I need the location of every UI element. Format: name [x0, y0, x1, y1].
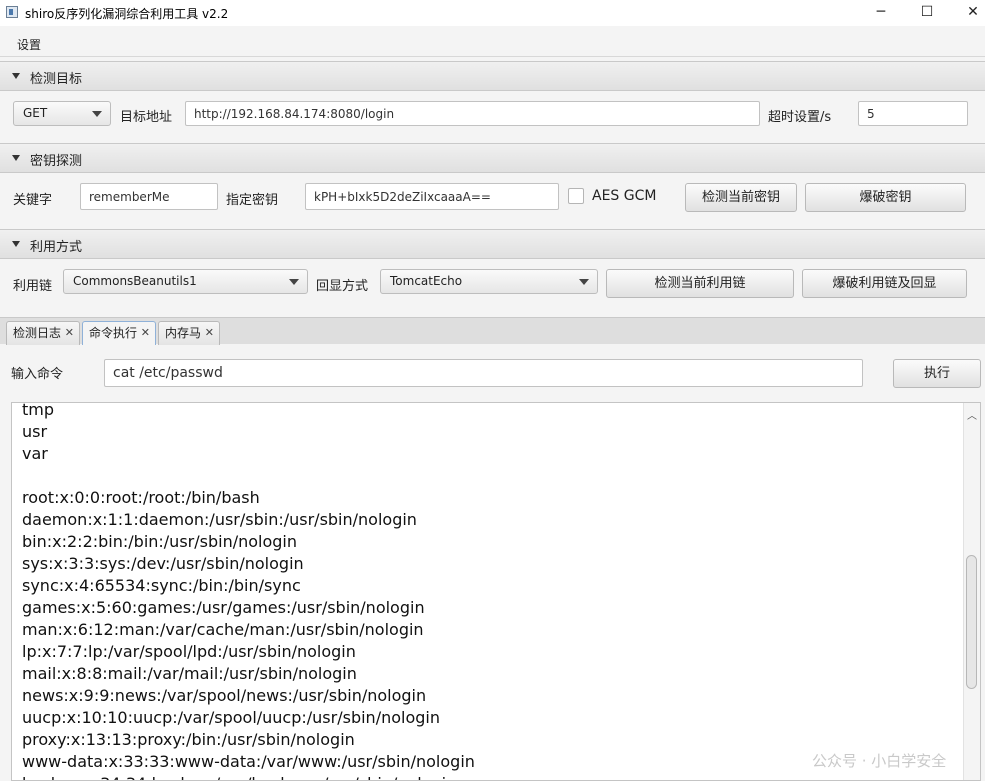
output-line: mail:x:8:8:mail:/var/mail:/usr/sbin/nolo…	[22, 664, 357, 683]
method-select[interactable]: GET	[13, 101, 111, 126]
output-line: usr	[22, 422, 48, 441]
output-line: sys:x:3:3:sys:/dev:/usr/sbin/nologin	[22, 554, 304, 573]
chain-label: 利用链	[13, 279, 53, 294]
output-line: sync:x:4:65534:sync:/bin:/bin/sync	[22, 576, 301, 595]
scroll-up-icon[interactable]: ︿	[967, 407, 977, 422]
close-icon[interactable]: ✕	[65, 322, 74, 344]
target-url-label: 目标地址	[120, 110, 173, 125]
minimize-button[interactable]: ─	[858, 0, 904, 26]
chevron-down-icon	[289, 279, 299, 285]
section-target-header[interactable]: 检测目标	[0, 61, 985, 91]
aes-gcm-checkbox[interactable]	[568, 188, 584, 204]
tab-bar: 检测日志 ✕ 命令执行 ✕ 内存马 ✕	[0, 317, 985, 345]
section-key-body: 关键字 指定密钥 AES GCM 检测当前密钥 爆破密钥	[0, 173, 985, 225]
collapse-triangle-icon	[12, 73, 20, 79]
output-line: tmp	[22, 402, 55, 419]
close-button[interactable]: ✕	[950, 0, 985, 26]
section-exploit-title: 利用方式	[30, 240, 83, 255]
scrollbar-thumb[interactable]	[966, 555, 977, 689]
tab-command-exec[interactable]: 命令执行 ✕	[82, 321, 156, 345]
brute-key-button[interactable]: 爆破密钥	[805, 183, 966, 212]
execute-button[interactable]: 执行	[893, 359, 981, 388]
output-lines: tmp usr var root:x:0:0:root:/root:/bin/bash…	[22, 402, 475, 780]
key-input[interactable]	[305, 183, 559, 210]
output-line: proxy:x:13:13:proxy:/bin:/usr/sbin/nolog…	[22, 730, 355, 749]
output-line: bin:x:2:2:bin:/bin:/usr/sbin/nologin	[22, 532, 297, 551]
brute-chain-button[interactable]: 爆破利用链及回显	[802, 269, 967, 298]
output-line: root:x:0:0:root:/root:/bin/bash	[22, 488, 260, 507]
output-line: man:x:6:12:man:/var/cache/man:/usr/sbin/…	[22, 620, 424, 639]
command-label: 输入命令	[11, 367, 64, 382]
chevron-down-icon	[579, 279, 589, 285]
output-line: var	[22, 444, 48, 463]
timeout-label: 超时设置/s	[768, 110, 832, 125]
watermark: 公众号 · 小白学安全	[812, 752, 947, 770]
keyword-input[interactable]	[80, 183, 218, 210]
collapse-triangle-icon	[12, 155, 20, 161]
app-icon	[6, 6, 18, 18]
vertical-scrollbar[interactable]: ︿	[963, 403, 980, 780]
output-line: www-data:x:33:33:www-data:/var/www:/usr/…	[22, 752, 475, 771]
section-exploit-body: 利用链 CommonsBeanutils1 回显方式 TomcatEcho 检测…	[0, 259, 985, 317]
menu-bar: 设置	[0, 26, 985, 57]
aes-gcm-label: AES GCM	[592, 188, 657, 204]
echo-select[interactable]: TomcatEcho	[380, 269, 598, 294]
section-target-title: 检测目标	[30, 72, 83, 87]
section-key-header[interactable]: 密钥探测	[0, 143, 985, 173]
output-line: games:x:5:60:games:/usr/games:/usr/sbin/…	[22, 598, 425, 617]
maximize-button[interactable]: ☐	[904, 0, 950, 26]
tab-memshell[interactable]: 内存马 ✕	[158, 321, 220, 345]
title-bar: shiro反序列化漏洞综合利用工具 v2.2 ─ ☐ ✕	[0, 0, 985, 26]
section-exploit-header[interactable]: 利用方式	[0, 229, 985, 259]
specify-key-label: 指定密钥	[226, 193, 279, 208]
echo-value: TomcatEcho	[390, 274, 463, 288]
tab-label: 内存马	[165, 326, 202, 340]
menu-settings[interactable]: 设置	[17, 36, 41, 53]
check-key-button[interactable]: 检测当前密钥	[685, 183, 797, 212]
command-input[interactable]	[104, 359, 863, 387]
output-line: lp:x:7:7:lp:/var/spool/lpd:/usr/sbin/nol…	[22, 642, 356, 661]
check-chain-button[interactable]: 检测当前利用链	[606, 269, 794, 298]
chevron-down-icon	[92, 111, 102, 117]
keyword-label: 关键字	[13, 193, 53, 208]
output-line: uucp:x:10:10:uucp:/var/spool/uucp:/usr/s…	[22, 708, 440, 727]
method-value: GET	[23, 106, 48, 120]
echo-label: 回显方式	[316, 279, 369, 294]
output-line: backup:x:34:34:backup:/var/backups:/usr/…	[22, 773, 475, 780]
output-textarea[interactable]: tmp usr var root:x:0:0:root:/root:/bin/bash…	[11, 402, 981, 781]
output-line: daemon:x:1:1:daemon:/usr/sbin:/usr/sbin/…	[22, 510, 417, 529]
target-url-input[interactable]	[185, 101, 760, 126]
chain-select[interactable]: CommonsBeanutils1	[63, 269, 308, 294]
chain-value: CommonsBeanutils1	[73, 274, 197, 288]
collapse-triangle-icon	[12, 241, 20, 247]
output-line: news:x:9:9:news:/var/spool/news:/usr/sbi…	[22, 686, 427, 705]
close-icon[interactable]: ✕	[141, 322, 150, 344]
tab-label: 命令执行	[89, 326, 138, 340]
tab-detect-log[interactable]: 检测日志 ✕	[6, 321, 80, 345]
timeout-input[interactable]	[858, 101, 968, 126]
close-icon[interactable]: ✕	[205, 322, 214, 344]
section-target-body: GET 目标地址 超时设置/s	[0, 91, 985, 137]
section-key-title: 密钥探测	[30, 154, 83, 169]
tab-label: 检测日志	[13, 326, 62, 340]
window-title: shiro反序列化漏洞综合利用工具 v2.2	[25, 7, 229, 21]
